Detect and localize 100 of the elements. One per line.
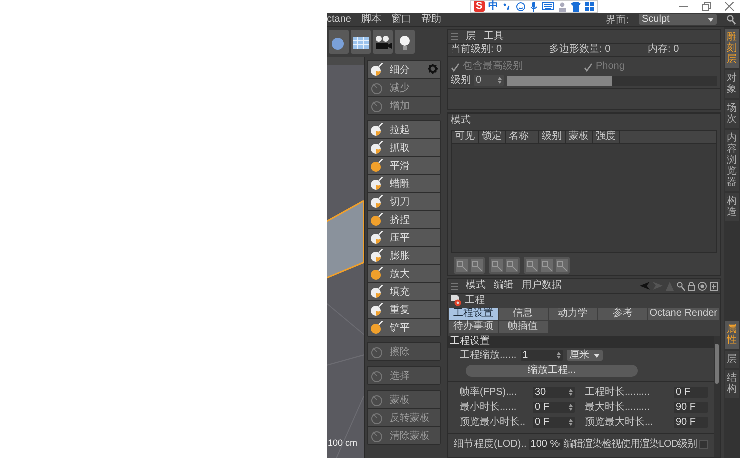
tab[interactable]: 动力学 — [548, 308, 598, 320]
side-tab[interactable]: 雕刻层 — [725, 29, 739, 68]
menu-item[interactable]: ctane — [327, 14, 352, 26]
shirt-icon[interactable] — [570, 2, 581, 12]
drag-handle-icon[interactable] — [451, 33, 458, 40]
sculpt-tool-button[interactable]: 细分 — [368, 61, 440, 78]
sculpt-brush-icon — [370, 212, 384, 226]
panel-menu-item[interactable]: 编辑 — [494, 280, 514, 292]
sculpt-tool-button[interactable]: 重复 — [368, 301, 440, 318]
menu-item[interactable]: 窗口 — [391, 14, 412, 26]
ime-mode[interactable]: 中 — [488, 1, 499, 12]
sculpt-brush-icon — [370, 368, 384, 382]
sculpt-tool-button[interactable]: 平滑 — [368, 157, 440, 174]
panel-menu-item[interactable]: 模式 — [466, 280, 486, 292]
tab[interactable]: 信息 — [498, 308, 548, 320]
column-header[interactable]: 级别 — [539, 131, 566, 143]
tab[interactable]: 帧插值 — [498, 321, 548, 333]
settings-icon[interactable] — [428, 64, 438, 74]
sculpt-tool-button[interactable]: 切刀 — [368, 193, 440, 210]
search-icon[interactable] — [677, 282, 685, 290]
sculpt-brush-icon — [370, 80, 384, 94]
option-label: Phong — [596, 61, 625, 73]
target-icon[interactable] — [698, 282, 707, 290]
spinner-icon[interactable] — [569, 404, 573, 411]
sculpt-tool-button[interactable]: 放大 — [368, 265, 440, 282]
number-field[interactable]: 0 F — [674, 387, 708, 398]
ime-logo[interactable]: S — [474, 1, 485, 12]
user-icon[interactable] — [558, 2, 567, 12]
punctuation-icon[interactable] — [502, 2, 512, 11]
spinner-icon[interactable] — [498, 77, 502, 84]
tab[interactable]: 参考 — [598, 308, 648, 320]
new-panel-icon[interactable] — [710, 282, 718, 290]
field-label: 最小时长...... — [460, 402, 517, 414]
side-tab[interactable]: 属性 — [725, 321, 739, 349]
layout-dropdown[interactable]: Sculpt — [639, 14, 717, 25]
number-field[interactable]: 0 F — [533, 402, 575, 413]
side-tab[interactable]: 对象 — [725, 70, 739, 98]
grid-icon[interactable] — [584, 2, 594, 11]
mode-label: 模式 — [451, 115, 471, 127]
panel-menu-item[interactable]: 层 — [466, 30, 476, 42]
column-header[interactable]: 锁定 — [479, 131, 506, 143]
sculpt-brush-icon — [370, 410, 384, 424]
field-label: 工程缩放...... — [460, 350, 517, 362]
menu-item[interactable]: 帮助 — [421, 14, 442, 26]
sculpt-tool-button[interactable]: 填充 — [368, 283, 440, 300]
caret-icon — [594, 354, 600, 358]
field-label: 最大时长......... — [585, 402, 650, 414]
spinner-icon[interactable] — [569, 419, 573, 426]
layout-label: 界面: — [606, 14, 629, 26]
tab[interactable]: 工程设置 — [449, 308, 498, 320]
side-tab[interactable]: 层 — [725, 351, 739, 368]
number-field[interactable]: 1 — [520, 350, 563, 361]
side-tab[interactable]: 内容浏览器 — [725, 130, 739, 191]
side-tab[interactable]: 结构 — [725, 370, 739, 398]
side-tab[interactable]: 构造 — [725, 193, 739, 221]
number-field[interactable]: 30 — [533, 387, 575, 398]
checkbox[interactable] — [699, 440, 708, 449]
unit-dropdown[interactable]: 厘米 — [566, 350, 603, 361]
side-tab[interactable]: 场次 — [725, 100, 739, 128]
keyboard-icon[interactable] — [542, 2, 554, 11]
number-field[interactable]: 100 % — [528, 439, 563, 450]
panel-menu-item[interactable]: 工具 — [484, 30, 504, 42]
number-field[interactable]: 90 F — [674, 417, 708, 428]
viewport-drawing[interactable] — [327, 57, 364, 458]
sculpt-tool-button[interactable]: 铲平 — [368, 319, 440, 336]
tab[interactable]: 待办事项 — [449, 321, 498, 333]
menu-item[interactable]: 脚本 — [361, 14, 382, 26]
scrollbar[interactable] — [714, 336, 720, 457]
sculpt-tool-button[interactable]: 压平 — [368, 229, 440, 246]
scale-project-button[interactable]: 缩放工程... — [466, 364, 638, 376]
tab[interactable]: Octane Render — [648, 308, 719, 320]
sculpt-tool-button[interactable]: 拉起 — [368, 121, 440, 138]
number-field[interactable]: 0 F — [533, 417, 575, 428]
sculpt-tool-button[interactable]: 蜡雕 — [368, 175, 440, 192]
sculpt-brush-icon — [370, 428, 384, 442]
close-icon[interactable] — [725, 2, 734, 11]
search-icon[interactable] — [727, 14, 736, 24]
sculpt-tool-button[interactable]: 膨胀 — [368, 247, 440, 264]
sculpt-tool-button[interactable]: 挤捏 — [368, 211, 440, 228]
column-header[interactable]: 蒙板 — [566, 131, 593, 143]
microphone-icon[interactable] — [530, 2, 538, 12]
smiley-icon[interactable] — [516, 2, 526, 12]
panel-menu-item[interactable]: 用户数据 — [522, 280, 562, 292]
column-header[interactable]: 可见 — [452, 131, 479, 143]
sculpt-tool-button[interactable]: 抓取 — [368, 139, 440, 156]
level-field[interactable]: 0 — [474, 75, 504, 86]
spinner-icon[interactable] — [556, 352, 561, 359]
sculpt-brush-icon — [370, 302, 384, 316]
sculpt-brush-icon — [370, 248, 384, 262]
number-field[interactable]: 90 F — [674, 402, 708, 413]
sculpt-brush-icon — [370, 176, 384, 190]
lock-icon[interactable] — [688, 282, 695, 290]
column-header[interactable]: 名称 — [506, 131, 539, 143]
drag-handle-icon[interactable] — [451, 282, 458, 290]
sculpt-brush-icon — [370, 392, 384, 406]
restore-icon[interactable] — [702, 2, 711, 11]
column-header[interactable]: 强度 — [593, 131, 620, 143]
level-slider[interactable] — [507, 76, 717, 86]
spinner-icon[interactable] — [569, 389, 573, 396]
sculpt-brush-icon — [370, 266, 384, 280]
